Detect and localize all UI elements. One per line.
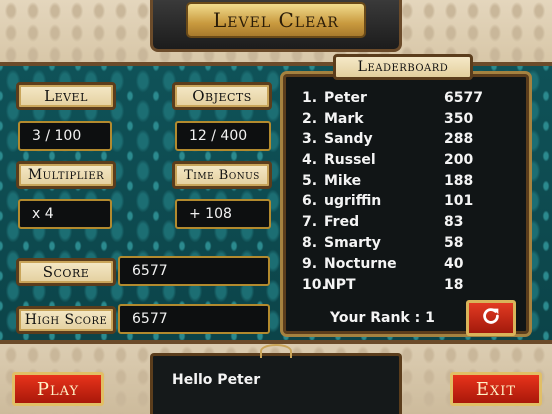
level-clear-title: Level Clear [186, 2, 366, 38]
leaderboard-row: 1. Peter 6577 [302, 90, 502, 110]
leaderboard-row: 8. Smarty 58 [302, 235, 502, 255]
leaderboard-row: 4. Russel 200 [302, 152, 502, 172]
leaderboard-rank: 4. [302, 152, 318, 168]
leaderboard-score: 350 [444, 111, 474, 127]
your-rank-text: Your Rank : 1 [330, 310, 435, 326]
multiplier-value: x 4 [18, 199, 112, 229]
leaderboard-rank: 10. [302, 277, 327, 293]
leaderboard-name: Smarty [324, 235, 381, 251]
level-value: 3 / 100 [18, 121, 112, 151]
leaderboard-name: ugriffin [324, 193, 382, 209]
level-label: Level [16, 82, 116, 110]
time-bonus-value: + 108 [175, 199, 271, 229]
refresh-leaderboard-button[interactable] [466, 300, 516, 336]
high-score-label: High Score [16, 306, 116, 334]
leaderboard-row: 7. Fred 83 [302, 214, 502, 234]
leaderboard-row: 2. Mark 350 [302, 111, 502, 131]
greeting-message: Hello Peter [172, 372, 261, 388]
exit-button[interactable]: Exit [450, 372, 542, 406]
leaderboard-row: 3. Sandy 288 [302, 131, 502, 151]
score-value: 6577 [118, 256, 270, 286]
leaderboard-rank: 7. [302, 214, 318, 230]
leaderboard-rank: 6. [302, 193, 318, 209]
leaderboard-score: 40 [444, 256, 464, 272]
objects-label: Objects [172, 82, 272, 110]
leaderboard-name: Sandy [324, 131, 373, 147]
leaderboard-score: 6577 [444, 90, 483, 106]
leaderboard-name: Mark [324, 111, 364, 127]
leaderboard-rank: 3. [302, 131, 318, 147]
leaderboard-rank: 2. [302, 111, 318, 127]
play-button[interactable]: Play [12, 372, 104, 406]
leaderboard-score: 58 [444, 235, 464, 251]
leaderboard-rank: 9. [302, 256, 318, 272]
leaderboard-score: 188 [444, 173, 474, 189]
leaderboard-score: 101 [444, 193, 474, 209]
leaderboard-row: 5. Mike 188 [302, 173, 502, 193]
leaderboard-name: Mike [324, 173, 362, 189]
leaderboard-name: Russel [324, 152, 376, 168]
leaderboard-name: Fred [324, 214, 360, 230]
leaderboard-score: 18 [444, 277, 464, 293]
leaderboard-row: 9. Nocturne 40 [302, 256, 502, 276]
objects-value: 12 / 400 [175, 121, 271, 151]
high-score-value: 6577 [118, 304, 270, 334]
time-bonus-label: Time Bonus [172, 161, 272, 189]
leaderboard-title: Leaderboard [333, 54, 473, 80]
refresh-icon [480, 305, 502, 331]
leaderboard-score: 83 [444, 214, 464, 230]
leaderboard-row: 10. NPT 18 [302, 277, 502, 297]
leaderboard-rank: 5. [302, 173, 318, 189]
leaderboard-name: Nocturne [324, 256, 397, 272]
leaderboard-rank: 8. [302, 235, 318, 251]
leaderboard-name: NPT [324, 277, 356, 293]
multiplier-label: Multiplier [16, 161, 116, 189]
leaderboard-name: Peter [324, 90, 367, 106]
message-ornament [260, 344, 292, 358]
leaderboard-score: 200 [444, 152, 474, 168]
leaderboard-score: 288 [444, 131, 474, 147]
leaderboard-rank: 1. [302, 90, 318, 106]
leaderboard-row: 6. ugriffin 101 [302, 193, 502, 213]
score-label: Score [16, 258, 116, 286]
